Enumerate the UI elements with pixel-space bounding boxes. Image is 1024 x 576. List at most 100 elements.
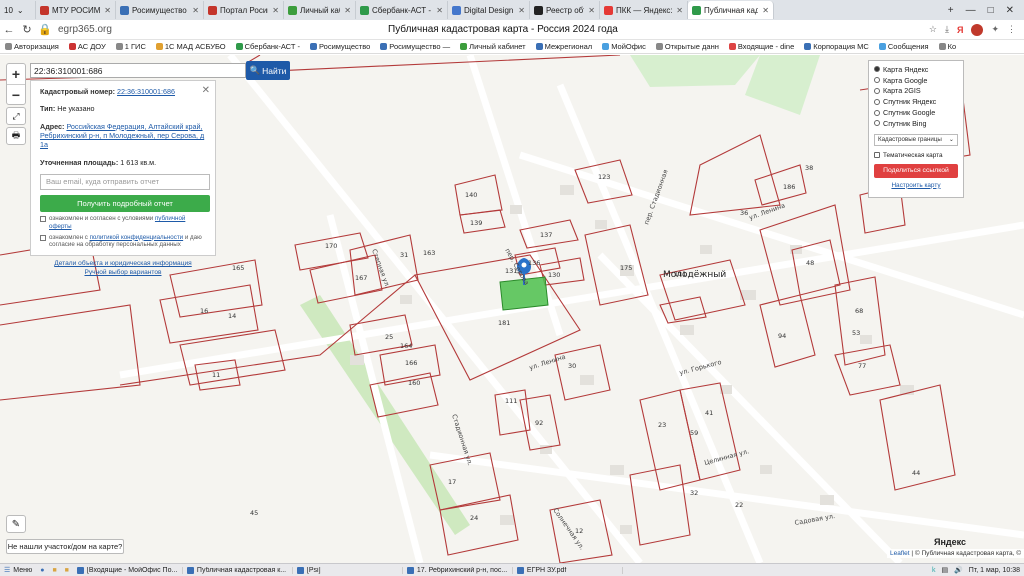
browser-launcher-icon[interactable]: ● [36,567,48,574]
layer-radio[interactable] [874,120,880,127]
close-tab-icon[interactable]: ✕ [676,6,683,15]
close-window-icon[interactable]: ✕ [1006,5,1014,16]
taskbar-window[interactable]: ЕГРН ЗУ.pdf [513,566,623,574]
cad-number-link[interactable]: 22:36:310001:686 [117,87,175,96]
layer-radio[interactable] [874,77,880,84]
address-link[interactable]: Российская Федерация, Алтайский край, Ре… [40,122,204,150]
layer-option[interactable]: Спутник Google [874,107,958,118]
bookmark-item[interactable]: Ко [934,42,962,51]
reload-icon[interactable]: ↻ [18,23,36,36]
find-button[interactable]: 🔍 Найти [246,61,290,80]
back-icon[interactable]: ← [0,24,18,36]
get-report-button[interactable]: Получить подробный отчет [40,195,210,213]
close-tab-icon[interactable]: ✕ [344,6,351,15]
bookmark-item[interactable]: Росимущество [305,42,375,51]
layer-radio[interactable] [874,109,880,116]
zoom-in-button[interactable]: + [7,64,25,84]
clock[interactable]: Пт, 1 мар, 10:38 [969,567,1020,574]
bookmark-item[interactable]: Межрегионал [531,42,598,51]
close-tab-icon[interactable]: ✕ [192,6,199,15]
bookmark-item[interactable]: МойОфис [597,42,651,51]
taskbar-window[interactable]: [Psi] [293,566,403,574]
layer-option[interactable]: Карта Google [874,75,958,86]
extension-icon-yandex[interactable]: Я [957,25,963,35]
close-tab-icon[interactable]: ✕ [588,6,595,15]
taskbar-window[interactable]: [Входящие - МойОфис По... [73,566,183,574]
cadastral-search-input[interactable] [30,63,246,78]
bookmark-item[interactable]: Корпорация МС [799,42,874,51]
profile-icon[interactable] [971,23,984,36]
network-icon[interactable]: ▤ [941,566,948,574]
download-icon[interactable]: ⤓ [945,24,949,35]
volume-icon[interactable]: 🔊 [954,566,963,574]
bookmark-item[interactable]: 1 ГИС [111,42,151,51]
bookmark-item[interactable]: Личный кабинет [455,42,530,51]
close-tab-icon[interactable]: ✕ [104,6,111,15]
url-field[interactable]: egrp365.org [58,24,238,35]
layer-radio[interactable] [874,87,880,94]
tab-1[interactable]: МТУ РОСИМУЩЕ✕ [36,1,116,19]
bookmark-item[interactable]: 1С МАД АСБУБО [151,42,231,51]
not-found-button[interactable]: Не нашли участок/дом на карте? [6,539,124,554]
tab-8[interactable]: ПКК — Яндекс: н✕ [600,1,688,19]
fullscreen-icon[interactable]: ⤢ [6,107,26,125]
close-tab-icon[interactable]: ✕ [518,6,525,15]
share-link-button[interactable]: Поделиться ссылкой [874,163,958,178]
setup-map-link[interactable]: Настроить карту [874,182,958,189]
consent-offer[interactable]: ознакомлен и согласен с условиями публич… [40,215,206,231]
details-link[interactable]: Детали объекта и юридическая информация [54,260,191,267]
bookmark-icon[interactable]: ☆ [929,24,937,35]
pencil-icon[interactable]: ✎ [6,515,26,533]
consent-privacy[interactable]: ознакомлен с политикой конфиденциальност… [40,234,206,250]
layer-option[interactable]: Карта Яндекс [874,64,958,75]
close-icon[interactable]: ✕ [202,84,210,97]
tab-6[interactable]: Digital Design Wo ✕ [448,1,530,19]
taskbar-window[interactable]: 17. Ребрихинский р-н, пос... [403,566,513,574]
close-tab-icon[interactable]: ✕ [436,6,443,15]
layer-option[interactable]: Карта 2GIS [874,86,958,97]
privacy-link[interactable]: политикой конфиденциальности [90,234,184,241]
leaflet-link[interactable]: Leaflet [890,550,910,557]
bookmark-item[interactable]: Открытые данн [651,42,724,51]
bookmark-item[interactable]: Сообщения [874,42,934,51]
extension-icon[interactable]: ✦ [991,24,999,35]
consent-offer-checkbox[interactable] [40,216,46,223]
boundaries-select[interactable]: Кадастровые границы ⌄ [874,133,958,146]
minimize-icon[interactable]: — [966,5,976,16]
chevron-down-icon[interactable]: ⌄ [17,6,24,15]
menu-icon[interactable]: ⋮ [1007,24,1016,35]
tab-9[interactable]: Публичная кад ✕ [688,1,774,19]
tab-counter[interactable]: 10 ⌄ [0,1,36,19]
app-launcher-icon[interactable]: ■ [61,567,73,574]
consent-privacy-checkbox[interactable] [40,234,46,241]
taskbar-window[interactable]: Публичная кадастровая к... [183,566,293,574]
email-field[interactable]: Ваш email, куда отправить отчет [40,174,210,191]
bookmark-item[interactable]: Авторизация [0,42,64,51]
k-icon[interactable]: k [932,567,936,574]
close-tab-icon[interactable]: ✕ [272,6,279,15]
tab-7[interactable]: Реестр объектов ✕ [530,1,600,19]
new-tab-icon[interactable]: + [948,5,954,16]
maximize-icon[interactable]: □ [988,5,994,16]
bookmark-item[interactable]: Росимущество — [375,42,455,51]
bookmark-item[interactable]: АС ДОУ [64,42,111,51]
zoom-out-button[interactable]: − [7,84,25,104]
start-menu[interactable]: ☰ Меню [0,566,36,575]
bookmark-item[interactable]: Сбербанк-АСТ - [231,42,305,51]
layer-option[interactable]: Спутник Яндекс [874,96,958,107]
layer-radio[interactable] [874,98,880,105]
files-launcher-icon[interactable]: ■ [48,567,60,574]
print-icon[interactable]: 🖶 [6,127,26,145]
map-canvas[interactable]: 140 139 137 136 131 130 175 181 123 186 38 36 170 31 1… [0,55,1024,563]
thematic-toggle[interactable]: Тематическая карта [874,152,958,159]
close-tab-icon[interactable]: ✕ [762,6,769,15]
layer-radio[interactable] [874,66,880,73]
tab-3[interactable]: Портал Росимуще ✕ [204,1,284,19]
bookmark-item[interactable]: Входящие - dine [724,42,799,51]
thematic-checkbox[interactable] [874,152,880,159]
tab-4[interactable]: Личный кабинет ✕ [284,1,356,19]
manual-select-link[interactable]: Ручной выбор вариантов [84,269,161,276]
layer-option[interactable]: Спутник Bing [874,118,958,129]
tab-2[interactable]: Росимущество ✕ [116,1,204,19]
tab-5[interactable]: Сбербанк-АСТ - Э ✕ [356,1,448,19]
